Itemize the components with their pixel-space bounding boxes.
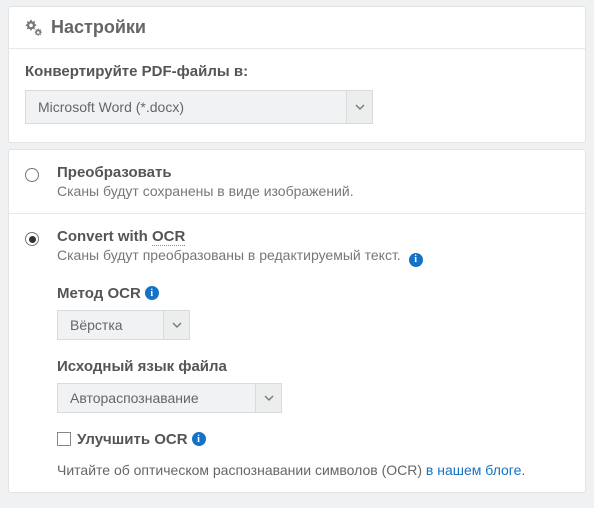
ocr-lang-group: Исходный язык файла Автораспознавание xyxy=(57,358,569,413)
chevron-down-icon xyxy=(255,384,281,412)
format-selected: Microsoft Word (*.docx) xyxy=(38,99,184,115)
ocr-lang-select[interactable]: Автораспознавание xyxy=(57,383,282,413)
option-no-ocr-title: Преобразовать xyxy=(57,164,569,181)
option-with-ocr-body: Convert with OCR Сканы будут преобразова… xyxy=(57,228,569,478)
option-no-ocr[interactable]: Преобразовать Сканы будут сохранены в ви… xyxy=(9,150,585,213)
ocr-options-panel: Преобразовать Сканы будут сохранены в ви… xyxy=(8,149,586,493)
option-with-ocr-title: Convert with OCR xyxy=(57,228,569,245)
ocr-method-label: Метод OCR i xyxy=(57,285,569,302)
format-select[interactable]: Microsoft Word (*.docx) xyxy=(25,90,373,124)
info-icon[interactable]: i xyxy=(192,432,206,446)
ocr-method-select[interactable]: Вёрстка xyxy=(57,310,190,340)
format-section: Конвертируйте PDF-файлы в: Microsoft Wor… xyxy=(9,49,585,142)
ocr-method-group: Метод OCR i Вёрстка xyxy=(57,285,569,340)
option-no-ocr-body: Преобразовать Сканы будут сохранены в ви… xyxy=(57,164,569,199)
gears-icon xyxy=(23,19,43,37)
info-icon[interactable]: i xyxy=(145,286,159,300)
enhance-ocr-label: Улучшить OCR xyxy=(77,431,188,448)
format-label: Конвертируйте PDF-файлы в: xyxy=(25,63,569,80)
info-icon[interactable]: i xyxy=(409,253,423,267)
settings-header: Настройки xyxy=(9,7,585,49)
ocr-method-selected: Вёрстка xyxy=(70,317,123,333)
ocr-lang-selected: Автораспознавание xyxy=(70,390,199,406)
option-no-ocr-desc: Сканы будут сохранены в виде изображений… xyxy=(57,183,569,199)
radio-no-ocr[interactable] xyxy=(25,168,39,182)
chevron-down-icon xyxy=(163,311,189,339)
option-with-ocr[interactable]: Convert with OCR Сканы будут преобразова… xyxy=(9,213,585,492)
radio-with-ocr[interactable] xyxy=(25,232,39,246)
blog-link[interactable]: в нашем блоге xyxy=(426,462,521,478)
settings-panel: Настройки Конвертируйте PDF-файлы в: Mic… xyxy=(8,6,586,143)
settings-title: Настройки xyxy=(51,17,146,38)
enhance-ocr-checkbox[interactable] xyxy=(57,432,71,446)
ocr-lang-label: Исходный язык файла xyxy=(57,358,569,375)
ocr-abbr: OCR xyxy=(152,228,185,246)
chevron-down-icon xyxy=(346,91,372,123)
enhance-ocr-row[interactable]: Улучшить OCR i xyxy=(57,431,569,448)
option-with-ocr-desc: Сканы будут преобразованы в редактируемы… xyxy=(57,247,569,267)
ocr-blog-line: Читайте об оптическом распознавании симв… xyxy=(57,462,569,478)
